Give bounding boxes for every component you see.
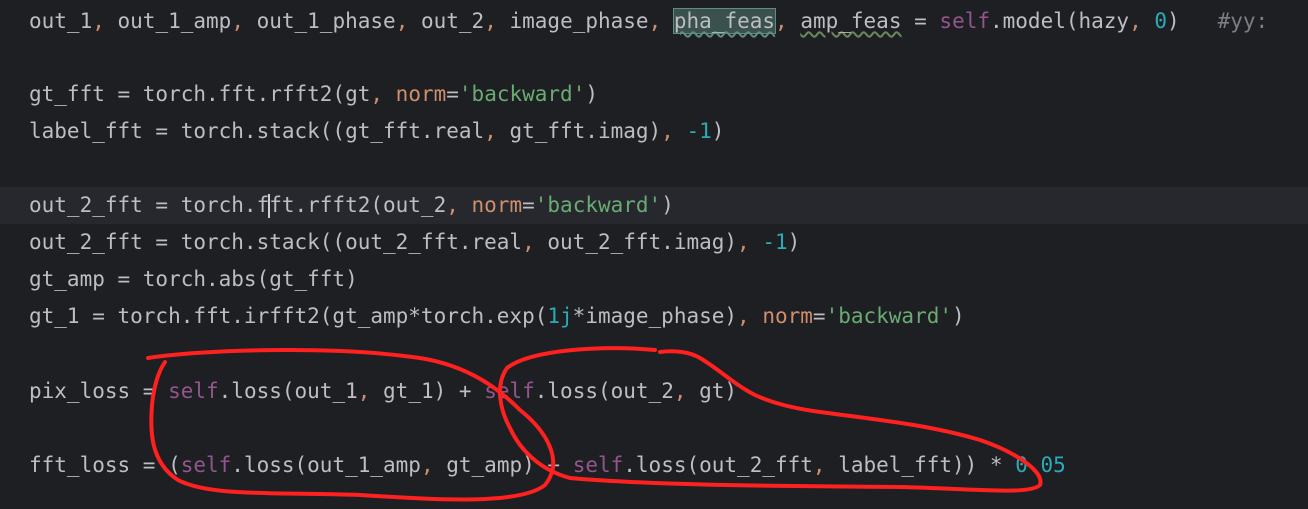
code-line[interactable]: fft_loss = (self.loss(out_1_amp, gt_amp)… <box>0 447 1308 484</box>
code-token: #yy: <box>1217 9 1269 33</box>
code-line-text[interactable]: label_fft = torch.stack((gt_fft.real, gt… <box>29 113 724 150</box>
code-line-text[interactable]: pix_loss = self.loss(out_1, gt_1) + self… <box>29 373 737 410</box>
code-token: .model(hazy <box>990 9 1130 33</box>
code-token: amp_feas <box>800 9 902 33</box>
code-line-text[interactable]: out_2_fft = torch.fft.rfft2(out_2, norm=… <box>29 187 674 224</box>
code-token: self <box>572 453 624 477</box>
code-token: gt_fft = torch.fft.rfft2(gt <box>29 82 371 106</box>
code-token: 'backward' <box>534 193 662 217</box>
code-line[interactable]: gt_amp = torch.abs(gt_fft) <box>0 261 1308 298</box>
code-token: , <box>775 9 801 33</box>
code-token: norm <box>395 82 447 106</box>
code-line-text[interactable]: gt_1 = torch.fft.irfft2(gt_amp*torch.exp… <box>29 298 965 335</box>
code-token: .loss(out_1 <box>218 379 358 403</box>
code-token: gt_1) + <box>383 379 485 403</box>
code-line-text[interactable]: gt_amp = torch.abs(gt_fft) <box>29 261 358 298</box>
code-token: *image_phase) <box>572 304 738 328</box>
code-token: , <box>357 379 384 403</box>
code-token: norm <box>471 193 523 217</box>
code-token: gt_amp) + <box>446 453 573 477</box>
code-token: , <box>737 304 763 328</box>
code-token: out_1_amp <box>117 9 232 33</box>
code-token: self <box>484 379 535 403</box>
code-token: gt_1 = torch.fft.irfft2(gt_amp*torch.exp… <box>29 304 548 328</box>
code-token: gt_fft.imag) <box>509 119 662 143</box>
code-token: , <box>420 453 447 477</box>
code-token: pix_loss = <box>29 379 169 403</box>
code-token: 'backward' <box>458 82 586 106</box>
code-token: ) <box>585 82 598 106</box>
code-token: = <box>446 82 459 106</box>
code-token: , <box>812 453 839 477</box>
code-token: , <box>231 9 257 33</box>
code-line[interactable]: out_2_fft = torch.stack((out_2_fft.real,… <box>0 224 1308 261</box>
code-token: out_1_phase <box>256 9 396 33</box>
code-token: label_fft = torch.stack((gt_fft.real <box>29 119 485 143</box>
code-token: ft.rfft2(out_2 <box>269 193 447 217</box>
code-token: gt_amp = torch.abs(gt_fft) <box>29 267 358 291</box>
code-token: , <box>648 9 674 33</box>
code-token: 'backward' <box>825 304 953 328</box>
code-line-text[interactable]: out_1, out_1_amp, out_1_phase, out_2, im… <box>29 3 1268 40</box>
code-token: , <box>484 9 510 33</box>
code-line[interactable]: label_fft = torch.stack((gt_fft.real, gt… <box>0 113 1308 150</box>
code-token: , <box>673 379 700 403</box>
code-line[interactable]: out_1, out_1_amp, out_1_phase, out_2, im… <box>0 3 1308 40</box>
code-token: out_2 <box>420 9 485 33</box>
code-token: 1j <box>547 304 573 328</box>
code-token: ) <box>1167 9 1218 33</box>
code-token: self <box>180 453 232 477</box>
code-token: , <box>737 230 763 254</box>
code-token: = <box>812 304 826 328</box>
code-line[interactable] <box>0 150 1308 187</box>
code-line[interactable]: gt_1 = torch.fft.irfft2(gt_amp*torch.exp… <box>0 298 1308 335</box>
code-token: , <box>370 82 396 106</box>
code-token: , <box>1129 9 1155 33</box>
code-editor[interactable]: out_1, out_1_amp, out_1_phase, out_2, im… <box>0 0 1308 509</box>
code-token: ) <box>661 193 674 217</box>
code-token: , <box>395 9 421 33</box>
code-token: out_1 <box>29 9 93 33</box>
code-line[interactable] <box>0 410 1308 447</box>
code-token: .loss(out_2 <box>534 379 674 403</box>
code-token: , <box>446 193 472 217</box>
code-line[interactable]: out_2_fft = torch.fft.rfft2(out_2, norm=… <box>0 187 1308 224</box>
code-token: fft_loss = ( <box>29 453 181 477</box>
code-line[interactable]: pix_loss = self.loss(out_1, gt_1) + self… <box>0 373 1308 410</box>
code-token: label_fft)) * <box>838 453 1016 477</box>
code-token: image_phase <box>509 9 649 33</box>
code-token: , <box>661 119 687 143</box>
code-token: = <box>901 9 940 33</box>
code-token: out_2_fft = torch.f <box>29 193 270 217</box>
code-token: -1 <box>686 119 712 143</box>
code-line[interactable] <box>0 40 1308 77</box>
code-token: , <box>92 9 118 33</box>
code-token: self <box>939 9 990 33</box>
code-line-text[interactable]: fft_loss = (self.loss(out_1_amp, gt_amp)… <box>29 447 1066 484</box>
code-token: ) <box>952 304 965 328</box>
code-line[interactable] <box>0 336 1308 373</box>
code-token: out_2_fft = torch.stack((out_2_fft.real <box>29 230 523 254</box>
code-token: 0 <box>1154 9 1168 33</box>
code-line-text[interactable]: out_2_fft = torch.stack((out_2_fft.real,… <box>29 224 800 261</box>
code-token: , <box>484 119 510 143</box>
code-token: .loss(out_1_amp <box>231 453 421 477</box>
code-token: ) <box>711 119 725 143</box>
code-token: .loss(out_2_fft <box>623 453 813 477</box>
code-token: gt) <box>699 379 738 403</box>
code-token: 0.05 <box>1015 453 1066 477</box>
code-token: out_2_fft.imag) <box>547 230 738 254</box>
code-token: pha_feas <box>672 8 777 34</box>
code-token: , <box>522 230 548 254</box>
code-token: norm <box>762 304 813 328</box>
code-token: -1 <box>762 230 788 254</box>
code-line[interactable]: gt_fft = torch.fft.rfft2(gt, norm='backw… <box>0 76 1308 113</box>
code-token: self <box>168 379 219 403</box>
code-token: = <box>522 193 535 217</box>
code-line-text[interactable]: gt_fft = torch.fft.rfft2(gt, norm='backw… <box>29 76 598 113</box>
code-token: ) <box>787 230 801 254</box>
